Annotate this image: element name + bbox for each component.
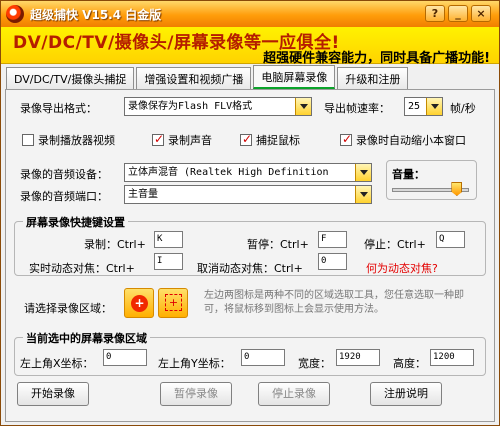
app-logo-icon bbox=[6, 5, 24, 23]
region-tool-circle-button[interactable]: + bbox=[124, 288, 154, 318]
minimize-window-label: 录像时自动缩小本窗口 bbox=[356, 134, 466, 147]
audio-device-label: 录像的音频设备： bbox=[20, 168, 108, 181]
record-audio-label: 录制声音 bbox=[168, 134, 212, 147]
audio-device-value: 立体声混音 (Realtek High Definition bbox=[128, 167, 329, 178]
promo-banner: DV/DC/TV/摄像头/屏幕录像等一应俱全! 超强硬件兼容能力，同时具备广播功… bbox=[1, 27, 499, 66]
pause-hotkey-label: 暂停：Ctrl+ bbox=[247, 238, 309, 251]
dynamic-focus-help-link[interactable]: 何为动态对焦? bbox=[366, 260, 438, 276]
capture-mouse-checkbox[interactable] bbox=[240, 132, 252, 146]
window-controls: ? _ × bbox=[425, 5, 491, 22]
app-window: 超级捕快 V15.4 白金版 ? _ × DV/DC/TV/摄像头/屏幕录像等一… bbox=[0, 0, 500, 426]
y-coordinate-label: 左上角Y坐标： bbox=[158, 357, 231, 370]
cancel-focus-hotkey-label: 取消动态对焦：Ctrl+ bbox=[197, 262, 303, 275]
export-format-value: 录像保存为Flash FLV格式 bbox=[128, 101, 253, 112]
width-input[interactable]: 1920 bbox=[336, 349, 380, 366]
audio-device-select[interactable]: 立体声混音 (Realtek High Definition bbox=[124, 163, 372, 182]
window-title: 超级捕快 V15.4 白金版 bbox=[30, 7, 162, 22]
recording-area-label: 请选择录像区域： bbox=[24, 302, 112, 315]
pause-recording-button[interactable]: 暂停录像 bbox=[160, 382, 232, 406]
focus-hotkey-label: 实时动态对焦：Ctrl+ bbox=[29, 262, 135, 275]
tab-bar: DV/DC/TV/摄像头捕捉 增强设置和视频广播 电脑屏幕录像 升级和注册 bbox=[6, 65, 410, 90]
banner-sub-text: 超强硬件兼容能力，同时具备广播功能! bbox=[263, 51, 490, 66]
region-tool-rectangle-button[interactable]: + bbox=[158, 288, 188, 318]
minimize-window-checkbox[interactable] bbox=[340, 132, 352, 146]
chevron-down-icon bbox=[355, 186, 371, 203]
plus-circle-icon: + bbox=[131, 295, 148, 312]
height-label: 高度： bbox=[393, 357, 426, 370]
record-audio-checkbox[interactable] bbox=[152, 132, 164, 146]
x-coordinate-label: 左上角X坐标： bbox=[20, 357, 94, 370]
close-button[interactable]: × bbox=[471, 5, 491, 22]
audio-port-select[interactable]: 主音量 bbox=[124, 185, 372, 204]
screen-recording-panel: 录像导出格式： 录像保存为Flash FLV格式 导出帧速率： 25 帧/秒 录… bbox=[5, 89, 495, 422]
hotkeys-title: 屏幕录像快捷键设置 bbox=[23, 214, 128, 230]
x-coordinate-input[interactable]: 0 bbox=[103, 349, 147, 366]
tab-device-capture[interactable]: DV/DC/TV/摄像头捕捉 bbox=[6, 67, 135, 89]
stop-hotkey-label: 停止：Ctrl+ bbox=[364, 238, 426, 251]
chevron-down-icon bbox=[355, 164, 371, 181]
tab-screen-recording[interactable]: 电脑屏幕录像 bbox=[253, 65, 336, 89]
y-coordinate-input[interactable]: 0 bbox=[241, 349, 285, 366]
record-player-video-checkbox[interactable] bbox=[22, 134, 34, 146]
current-region-title: 当前选中的屏幕录像区域 bbox=[23, 330, 150, 346]
fps-select[interactable]: 25 bbox=[404, 97, 443, 116]
tab-upgrade-register[interactable]: 升级和注册 bbox=[337, 67, 409, 89]
chevron-down-icon bbox=[426, 98, 442, 115]
record-hotkey-input[interactable]: K bbox=[154, 231, 183, 248]
tab-enhanced-settings[interactable]: 增强设置和视频广播 bbox=[136, 67, 252, 89]
capture-mouse-label: 捕捉鼠标 bbox=[256, 134, 300, 147]
region-tool-description: 左边两图标是两种不同的区域选取工具，您任意选取一种即可，将鼠标移到图标上会显示使… bbox=[204, 290, 464, 315]
fps-value: 25 bbox=[408, 101, 421, 112]
cancel-focus-hotkey-input[interactable]: 0 bbox=[318, 253, 347, 270]
help-window-button[interactable]: ? bbox=[425, 5, 445, 22]
volume-label: 音量： bbox=[392, 168, 425, 181]
width-label: 宽度： bbox=[298, 357, 331, 370]
focus-hotkey-input[interactable]: I bbox=[154, 253, 183, 270]
audio-port-value: 主音量 bbox=[128, 189, 158, 200]
export-format-select[interactable]: 录像保存为Flash FLV格式 bbox=[124, 97, 312, 116]
export-format-label: 录像导出格式： bbox=[20, 102, 97, 115]
fps-unit: 帧/秒 bbox=[450, 102, 476, 115]
selection-rectangle-icon: + bbox=[165, 294, 182, 311]
record-hotkey-label: 录制：Ctrl+ bbox=[84, 238, 146, 251]
stop-recording-button[interactable]: 停止录像 bbox=[258, 382, 330, 406]
audio-port-label: 录像的音频端口： bbox=[20, 190, 108, 203]
height-input[interactable]: 1200 bbox=[430, 349, 474, 366]
record-player-video-label: 录制播放器视频 bbox=[38, 134, 115, 147]
chevron-down-icon bbox=[295, 98, 311, 115]
fps-label: 导出帧速率： bbox=[324, 102, 390, 115]
stop-hotkey-input[interactable]: Q bbox=[436, 231, 465, 248]
pause-hotkey-input[interactable]: F bbox=[318, 231, 347, 248]
registration-help-button[interactable]: 注册说明 bbox=[370, 382, 442, 406]
title-bar[interactable]: 超级捕快 V15.4 白金版 ? _ × bbox=[1, 1, 499, 27]
start-recording-button[interactable]: 开始录像 bbox=[17, 382, 89, 406]
minimize-button[interactable]: _ bbox=[448, 5, 468, 22]
